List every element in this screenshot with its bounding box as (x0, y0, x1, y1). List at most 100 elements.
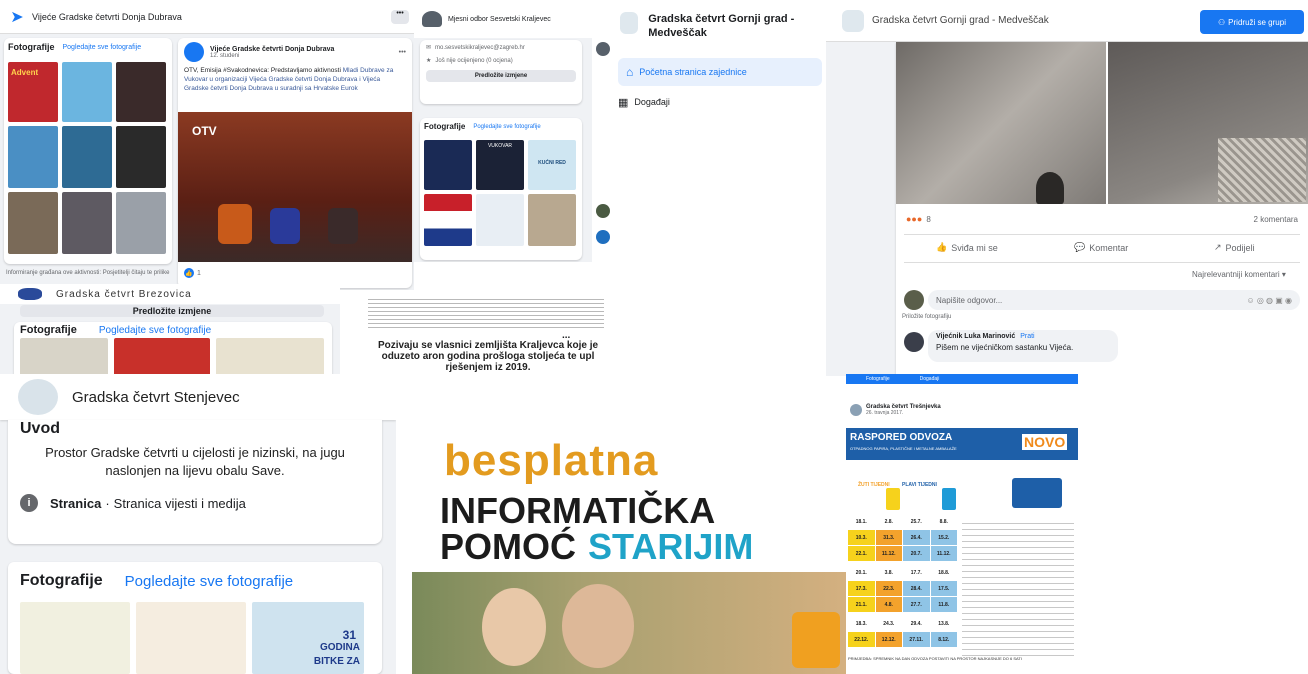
avatar[interactable] (596, 204, 610, 218)
more-icon[interactable]: ••• (399, 49, 406, 56)
table-cell: 18.1. (848, 514, 875, 529)
banner: RASPORED ODVOZA OTPADNOG PAPIRA, PLASTIČ… (846, 428, 1078, 460)
table-cell: 18.3. (848, 616, 875, 631)
photo-thumb[interactable] (116, 62, 166, 122)
thumb-label: KUĆNI RED (538, 160, 566, 166)
footer-note: PRIMJEDBA: SPREMNIK NA DAN ODVOZA POSTAV… (848, 656, 1022, 661)
page-name[interactable]: Mjesni odbor Sesvetski Kraljevec (448, 16, 551, 23)
studio-chair (270, 208, 300, 244)
follow-link[interactable]: Prati (1020, 333, 1034, 340)
photo-thumb[interactable] (20, 602, 130, 674)
more-button[interactable]: ••• (391, 10, 409, 24)
post-date[interactable]: 12. studeni (210, 53, 334, 59)
avatar[interactable] (422, 11, 442, 27)
suggest-edits-button[interactable]: Predložite izmjene (20, 305, 324, 317)
photo-thumb[interactable] (424, 140, 472, 190)
action-share[interactable]: ↗ Podijeli (1214, 242, 1255, 253)
avatar[interactable] (842, 9, 864, 32)
avatar[interactable] (904, 332, 924, 352)
photo-thumb[interactable] (528, 194, 576, 246)
sort-comments[interactable]: Najrelevantniji komentari ▾ (1192, 270, 1286, 279)
table-row: 17.3. 22.3. 28.4. 17.5. (848, 581, 958, 596)
nav-item-events[interactable]: ▦ Događaji (618, 90, 822, 114)
see-all-photos-link[interactable]: Pogledajte sve fotografije (99, 325, 211, 336)
photo-thumb[interactable] (8, 192, 58, 254)
nav-home-label: Početna stranica zajednice (639, 67, 747, 77)
tab-photos[interactable]: Fotografije (866, 376, 890, 382)
see-all-photos-link[interactable]: Pogledajte sve fotografije (125, 573, 293, 590)
photo-thumb[interactable]: 31 GODINA BITKE ZA (252, 602, 364, 674)
commenter-name[interactable]: Vijećnik Luka Marinović (936, 333, 1015, 340)
reply-input[interactable]: Napišite odgovor... ☺ ◎ ◍ ▣ ◉ (928, 290, 1300, 310)
join-group-button[interactable]: ⚇ Pridruži se grupi (1200, 10, 1304, 34)
avatar[interactable] (904, 290, 924, 310)
avatar[interactable] (850, 404, 862, 416)
avatar[interactable] (620, 12, 639, 34)
photo-thumb[interactable]: VUKOVAR (476, 140, 524, 190)
calendar-icon: ▦ (618, 96, 629, 109)
photo-thumb[interactable] (116, 126, 166, 188)
tablet-icon (792, 612, 840, 668)
suggest-edits-button[interactable]: Predložite izmjene (426, 70, 576, 82)
snippet-heading[interactable]: Pozivaju se vlasnici zemljišta Kraljevca… (362, 340, 614, 373)
star-icon: ★ (426, 58, 432, 64)
table-cell: 22.3. (875, 581, 902, 596)
badge-word: BITKE ZA (313, 656, 360, 667)
photo-thumb[interactable]: Advent (8, 62, 58, 122)
avatar[interactable] (184, 42, 204, 62)
divider (904, 234, 1300, 235)
group-name[interactable]: Gradska četvrt Gornji grad - Medveščak (648, 12, 820, 40)
reaction-bar[interactable]: ●●● 8 2 komentara (906, 214, 1298, 224)
post-photo[interactable] (896, 42, 1106, 204)
action-comment[interactable]: 💬 Komentar (1074, 242, 1128, 253)
photo-thumb[interactable] (116, 192, 166, 254)
sort-label: Najrelevantniji komentari (1192, 270, 1280, 279)
photo-thumb[interactable] (62, 192, 112, 254)
panel-informaticka-pomoc: besplatna INFORMATIČKA POMOĆ STARIJIM (410, 422, 846, 674)
page-name[interactable]: Gradska četvrt Stenjevec (72, 389, 240, 406)
photos-card: Fotografije Pogledajte sve fotografije V… (420, 118, 582, 260)
photo-thumb[interactable] (424, 194, 472, 246)
avatar[interactable] (18, 379, 58, 415)
post-video[interactable]: OTV (178, 112, 412, 262)
avatar[interactable] (596, 42, 610, 56)
panel-tresnjevka: Fotografije Događaji Gradska četvrt Treš… (846, 374, 1078, 674)
post-photo[interactable] (1108, 42, 1308, 204)
group-name[interactable]: Gradska četvrt Gornji grad - Medveščak (872, 15, 1049, 26)
avatar[interactable] (596, 230, 610, 244)
photo-thumb[interactable] (62, 126, 112, 188)
comments-count[interactable]: 2 komentara (1254, 215, 1298, 224)
studio-chair (328, 208, 358, 244)
nav-item-home[interactable]: ⌂ Početna stranica zajednice (618, 58, 822, 86)
panel-brezovica: Gradska četvrt Brezovica Predložite izmj… (0, 284, 340, 382)
see-all-photos-link[interactable]: Pogledajte sve fotografije (63, 44, 142, 51)
photo-thumb[interactable] (476, 194, 524, 246)
post-reactions[interactable]: 👍 1 (184, 268, 201, 278)
table-cell: 11.8. (930, 597, 957, 612)
attach-hint[interactable]: Priložite fotografiju (902, 314, 951, 320)
table-cell: 20.7. (903, 546, 930, 561)
see-all-photos-link[interactable]: Pogledajte sve fotografije (473, 124, 540, 130)
emoji-icon[interactable]: ☺ ◎ ◍ ▣ ◉ (1246, 296, 1292, 305)
page-name[interactable]: Gradska četvrt Brezovica (56, 289, 192, 300)
photos-title: Fotografije (20, 572, 103, 589)
page-category[interactable]: Stranica vijesti i medija (114, 496, 246, 511)
photo-thumb[interactable]: KUĆNI RED (528, 140, 576, 190)
post-date[interactable]: 26. travnja 2017. (866, 410, 941, 416)
action-like[interactable]: 👍 Sviđa mi se (936, 242, 998, 253)
intro-card: Uvod Prostor Gradske četvrti u cijelosti… (8, 420, 382, 544)
post-author[interactable]: Vijeće Gradske četvrti Donja Dubrava (210, 46, 334, 53)
table-cell: 10.3. (848, 530, 875, 545)
photo-thumb[interactable] (136, 602, 246, 674)
photo-thumb[interactable] (62, 62, 112, 122)
table-cell: 27.11. (903, 632, 930, 647)
page-name[interactable]: Vijeće Gradske četvrti Donja Dubrava (32, 12, 182, 22)
photos-card: Fotografije Pogledajte sve fotografije (14, 322, 332, 380)
tab-events[interactable]: Događaji (920, 376, 940, 382)
avatar[interactable] (18, 288, 42, 300)
table-cell: 22.12. (848, 632, 875, 647)
email[interactable]: mo.sesvetskikraljevec@zagreb.hr (435, 45, 525, 51)
table-cell: 20.1. (848, 565, 875, 580)
thumb-label: VUKOVAR (487, 143, 513, 149)
photo-thumb[interactable] (8, 126, 58, 188)
